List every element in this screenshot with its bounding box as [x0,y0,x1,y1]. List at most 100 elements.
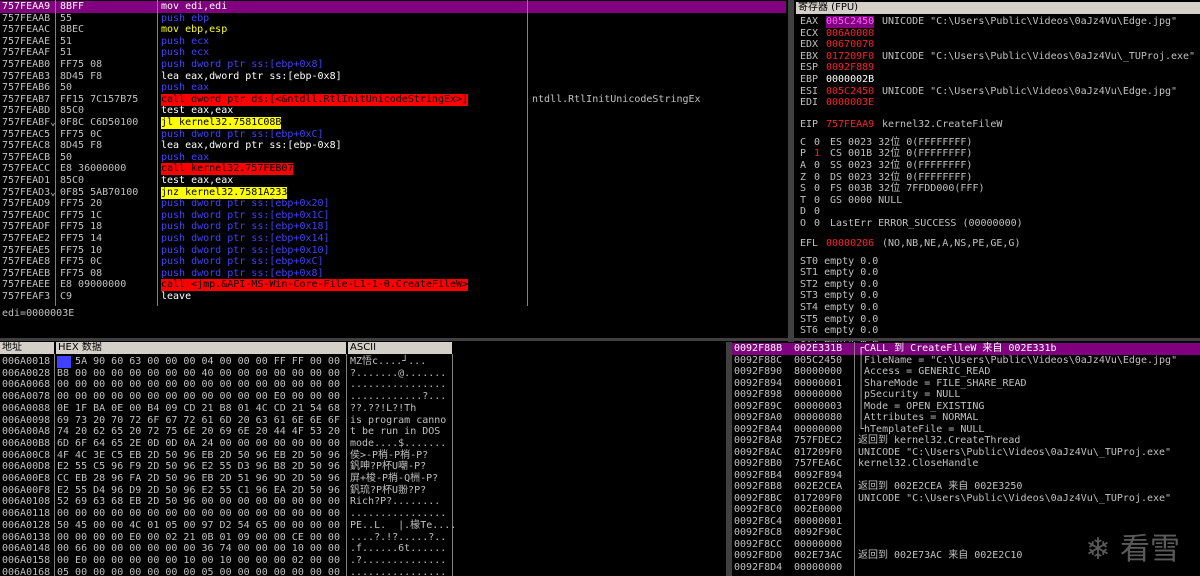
disasm-row[interactable]: 757FEAAF 51 push ecx [0,47,786,59]
register-pane[interactable]: 寄存器 (FPU) EAX 005C2450 UNICODE "C:\Users\P… [796,0,1200,342]
stack-row[interactable]: 0092F894 00000001 │ShareMode = FILE_SHARE_… [732,378,1200,390]
disasm-row[interactable]: 757FEAB0 FF75 08 push dword ptr ss:[ebp+0x… [0,59,786,71]
register-value[interactable]: 00000206 [826,238,874,250]
fpu-row[interactable]: ST3 empty 0.0 [796,290,1200,302]
disasm-row[interactable]: 757FEAE2 FF75 14 push dword ptr ss:[ebp+0x… [0,233,786,245]
stack-row[interactable]: 0092F8A8 757FDEC2 返回到 kernel32.CreateThrea… [732,435,1200,447]
dump-header-addr[interactable]: 地址 [0,342,54,354]
dump-row[interactable]: 006A0118 00 00 00 00 00 00 00 00 00 00 00… [0,508,726,520]
disasm-row[interactable]: 757FEAB3 8D45 F8 lea eax,dword ptr ss:[ebp… [0,71,786,83]
disasm-row[interactable]: 757FEADF FF75 18 push dword ptr ss:[ebp+0x… [0,221,786,233]
flag-row[interactable]: S 0 FS 003B 32位 7FFDD000(FFF) [796,183,1200,195]
stack-row[interactable]: 0092F8AC 017209F0 UNICODE "C:\Users\Public… [732,447,1200,459]
disasm-row[interactable]: 757FEAC5 FF75 0C push dword ptr ss:[ebp+0x… [0,129,786,141]
fpu-row[interactable]: ST6 empty 0.0 [796,325,1200,337]
fpu-row[interactable]: ST1 empty 0.0 [796,267,1200,279]
dump-row[interactable]: 006A0138 00 00 00 00 E0 00 02 21 0B 01 09… [0,532,726,544]
register-value[interactable]: 005C2450 [826,86,874,98]
register-value[interactable]: 006A0000 [826,28,874,40]
disasm-row[interactable]: 757FEABD 85C0 test eax,eax [0,105,786,117]
flag-value[interactable]: 0 [814,218,820,230]
flag-value[interactable]: 0 [814,160,820,172]
dump-row[interactable]: 006A0018 4D 5A 90 60 63 00 00 00 04 00 00… [0,356,726,368]
register-row[interactable]: ESI 005C2450 UNICODE "C:\Users\Public\Vide… [796,86,1200,98]
dump-cursor[interactable] [57,356,71,368]
horizontal-divider[interactable] [0,338,1200,341]
flag-row[interactable]: T 0 GS 0000 NULL [796,195,1200,207]
register-value[interactable]: 005C2450 [826,16,875,28]
dump-row[interactable]: 006A0108 52 69 63 68 EB 2D 50 96 00 00 00… [0,496,726,508]
disasm-row[interactable]: 757FEAB6 50 push eax [0,82,786,94]
flag-value[interactable]: 0 [814,195,820,207]
flag-value[interactable]: 0 [814,172,820,184]
register-eip-row[interactable]: EIP 757FEAA9 kernel32.CreateFileW [796,119,1200,131]
dump-row[interactable]: 006A0098 69 73 20 70 72 6F 67 72 61 6D 20… [0,415,726,427]
stack-row[interactable]: 0092F890 80000000 │Access = GENERIC_READ [732,366,1200,378]
stack-row[interactable]: 0092F88B 002E331B ┌CALL 到 CreateFileW 来自 0… [732,343,1200,355]
dump-row[interactable]: 006A0128 50 45 00 00 4C 01 05 00 97 D2 54… [0,520,726,532]
dump-header-ascii[interactable]: ASCII [348,342,452,354]
disasm-row[interactable]: 757FEACC E8 36000000 call kernel32.757FEB0… [0,163,786,176]
register-row[interactable]: ECX 006A0000 [796,28,1200,40]
dump-row[interactable]: 006A0068 00 00 00 00 00 00 00 00 00 00 00… [0,379,726,391]
register-row[interactable]: ESP 0092F889 [796,62,1200,74]
flag-value[interactable]: 0 [814,183,820,195]
register-row[interactable]: EBP 0000002B [796,74,1200,86]
dump-row[interactable]: 006A0028 B8 00 00 00 00 00 00 00 40 00 00… [0,368,726,380]
flag-row[interactable]: A 0 SS 0023 32位 0(FFFFFFFF) [796,160,1200,172]
disasm-row[interactable]: 757FEAAB 55 push ebp [0,13,786,25]
disasm-row[interactable]: 757FEAEB FF75 08 push dword ptr ss:[ebp+0x… [0,268,786,280]
fpu-row[interactable]: ST2 empty 0.0 [796,279,1200,291]
stack-row[interactable]: 0092F8B8 002E2CEA 返回到 002E2CEA 来自 002E3250 [732,481,1200,493]
disasm-row[interactable]: 757FEAA9 8BFF mov edi,edi [0,1,786,13]
stack-row[interactable]: 0092F898 00000000 │pSecurity = NULL [732,389,1200,401]
dump-header-hex[interactable]: HEX 数据 [56,342,346,354]
flag-row[interactable]: O 0 LastErr ERROR_SUCCESS (00000000) [796,218,1200,230]
flag-value[interactable]: 0 [814,206,820,218]
disasm-row[interactable]: 757FEAE8 FF75 0C push dword ptr ss:[ebp+0x… [0,256,786,268]
register-row[interactable]: EAX 005C2450 UNICODE "C:\Users\Public\Vide… [796,16,1200,28]
dump-row[interactable]: 006A00F8 E2 55 D4 96 D9 2D 50 96 E2 55 C1… [0,485,726,497]
dump-row[interactable]: 006A00D8 E2 55 C5 96 F9 2D 50 96 E2 55 D3… [0,461,726,473]
disasm-row[interactable]: 757FEAC8 8D45 F8 lea eax,dword ptr ss:[ebp… [0,140,786,152]
vertical-divider[interactable] [788,0,794,342]
disasm-row[interactable]: 757FEAF3 C9 leave [0,291,786,303]
stack-row[interactable]: 0092F88C 005C2450 │FileName = "C:\Users\Pu… [732,355,1200,367]
flag-value[interactable]: 1 [814,148,820,160]
register-efl-row[interactable]: EFL 00000206 (NO,NB,NE,A,NS,PE,GE,G) [796,238,1200,250]
dump-row[interactable]: 006A0148 00 66 00 00 00 00 00 00 36 74 00… [0,543,726,555]
register-value[interactable]: 017209F0 [826,51,874,63]
stack-row[interactable]: 0092F8C0 002E0000 [732,504,1200,516]
dump-row[interactable]: 006A00B8 6D 6F 64 65 2E 0D 0D 0A 24 00 00… [0,438,726,450]
register-row[interactable]: EBX 017209F0 UNICODE "C:\Users\Public\Vide… [796,51,1200,63]
dump-pane[interactable]: 地址 HEX 数据 ASCII 006A0018 4D 5A 90 60 63 0… [0,342,726,576]
disasm-row[interactable]: 757FEAB7 FF15 7C157B75 call dword ptr ds:[… [0,93,786,106]
dump-row[interactable]: 006A00C8 4F 4C 3E C5 EB 2D 50 96 EB 2D 50… [0,450,726,462]
disasm-row[interactable]: 757FEAD1 85C0 test eax,eax [0,175,786,187]
register-value[interactable]: 757FEAA9 [826,119,874,131]
dump-row[interactable]: 006A00A8 74 20 62 65 20 72 75 6E 20 69 6E… [0,426,726,438]
register-value[interactable]: 0000002B [826,74,874,86]
disasm-row[interactable]: 757FEAEE E8 09000000 call <jmp.&API-MS-Win… [0,279,786,292]
stack-row[interactable]: 0092F8B0 757FEA6C kernel32.CloseHandle [732,458,1200,470]
dump-row[interactable]: 006A00E8 CC EB 28 96 FA 2D 50 96 EB 2D 51… [0,473,726,485]
dump-row[interactable]: 006A0078 00 00 00 00 00 00 00 00 00 00 00… [0,391,726,403]
register-row[interactable]: EDX 00670070 [796,39,1200,51]
stack-row[interactable]: 0092F8A0 00000080 │Attributes = NORMAL [732,412,1200,424]
flag-row[interactable]: Z 0 DS 0023 32位 0(FFFFFFFF) [796,172,1200,184]
flag-row[interactable]: C 0 ES 0023 32位 0(FFFFFFFF) [796,137,1200,149]
disasm-row[interactable]: 757FEABF ⌄ 0F8C C6D50100 jl kernel32.7581C0… [0,117,786,129]
fpu-row[interactable]: ST5 empty 0.0 [796,314,1200,326]
disasm-row[interactable]: 757FEAE5 FF75 10 push dword ptr ss:[ebp+0x… [0,245,786,257]
fpu-row[interactable]: ST0 empty 0.0 [796,256,1200,268]
disasm-row[interactable]: 757FEACB 50 push eax [0,152,786,164]
register-value[interactable]: 00670070 [826,39,874,51]
stack-row[interactable]: 0092F89C 00000003 │Mode = OPEN_EXISTING [732,401,1200,413]
disasm-row[interactable]: 757FEAAE 51 push ecx [0,36,786,48]
dump-row[interactable]: 006A0158 00 E0 00 00 00 00 00 10 00 10 00… [0,555,726,567]
flag-value[interactable]: 0 [814,137,820,149]
disasm-row[interactable]: 757FEAD3 ⌄ 0F85 5AB70100 jnz kernel32.7581A… [0,186,786,199]
register-value[interactable]: 0000003E [826,97,874,109]
disasm-row[interactable]: 757FEAAC 8BEC mov ebp,esp [0,24,786,36]
register-value[interactable]: 0092F889 [826,62,874,74]
